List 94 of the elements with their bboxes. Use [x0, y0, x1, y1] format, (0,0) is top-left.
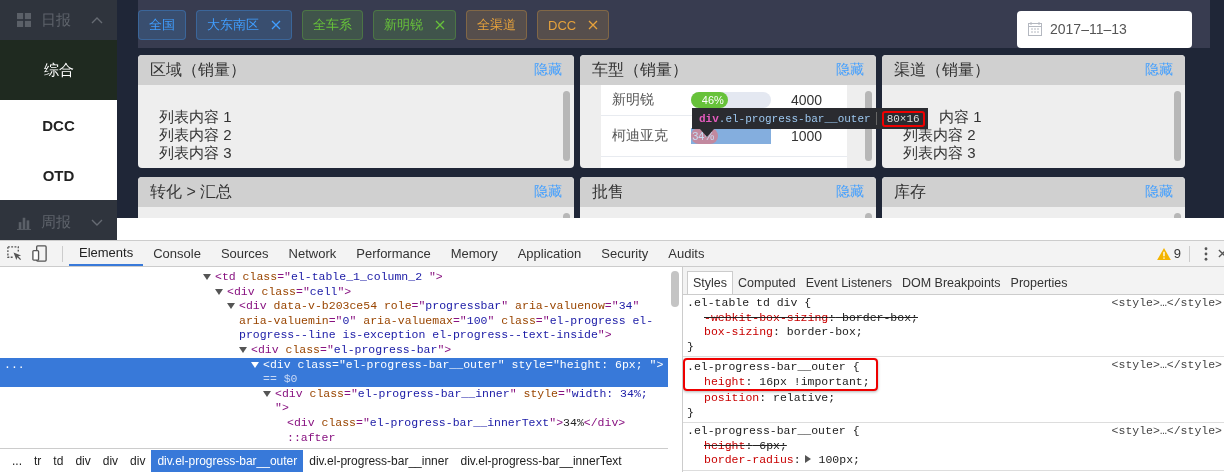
more-options-icon[interactable] [1204, 246, 1208, 261]
close-icon[interactable] [588, 20, 599, 30]
inspect-element-icon[interactable] [6, 245, 23, 262]
sidebar-item[interactable]: 综合 [0, 40, 117, 100]
styles-tab[interactable]: Styles [687, 270, 734, 294]
devtools-tab[interactable]: Sources [210, 241, 279, 266]
expanded-triangle-icon[interactable] [263, 389, 271, 398]
dom-node[interactable]: <div class="cell"> [227, 284, 668, 300]
list-item: 列表内容 2 [159, 126, 233, 144]
css-declaration[interactable]: border-radius: 100px; [687, 453, 860, 468]
table-cell: 1000 [791, 128, 823, 144]
dom-node[interactable]: ::after [287, 430, 668, 446]
close-icon[interactable] [271, 20, 281, 30]
css-selector: .el-progress-bar__outer { [687, 360, 861, 375]
progress-fill: 46% [691, 92, 728, 108]
list-item: 列表内容 2 [903, 126, 977, 144]
expanded-triangle-icon[interactable] [251, 360, 259, 369]
sidebar-item[interactable]: OTD [0, 150, 117, 200]
scrollbar[interactable] [671, 271, 679, 307]
dom-node[interactable]: <div class="el-progress-bar"> [251, 342, 668, 358]
styles-tab[interactable]: Event Listeners [800, 271, 897, 294]
dom-node[interactable]: <div class="el-progress-bar__outer" style="height: 6px; "> == $0 [263, 357, 668, 387]
expand-triangle-icon[interactable] [804, 455, 811, 463]
breadcrumb-item[interactable]: div.el-progress-bar__innerText [454, 449, 628, 472]
date-field[interactable]: 2017–11–13 [1017, 10, 1192, 48]
css-declaration[interactable]: height: 6px; [687, 438, 860, 453]
devtools-tab[interactable]: Memory [440, 241, 508, 266]
devtools-tab[interactable]: Elements [69, 241, 144, 266]
tooltip-size: 80×16 [881, 110, 925, 127]
devtools-tab[interactable]: Application [507, 241, 592, 266]
warning-count[interactable]: 9 [1173, 246, 1181, 261]
sidebar-item[interactable]: DCC [0, 100, 117, 150]
list-item: 列表内容 1 [159, 108, 233, 126]
devtools-tab[interactable]: Console [143, 241, 211, 266]
expanded-triangle-icon[interactable] [203, 273, 211, 281]
panel-title: 转化 > 汇总 [150, 181, 233, 202]
devtools-tab[interactable]: Performance [346, 241, 441, 266]
bar-chart-icon [17, 215, 31, 230]
scrollbar[interactable] [1174, 91, 1181, 161]
breadcrumb-item[interactable]: div.el-progress-bar__inner [303, 449, 455, 472]
rule-source-link[interactable]: <style>…</style> [1111, 424, 1222, 439]
breadcrumb-item[interactable]: div [124, 449, 152, 472]
rule-source-link[interactable]: <style>…</style> [1111, 358, 1222, 373]
breadcrumb-item[interactable]: ... [6, 449, 28, 472]
devtools-tab[interactable]: Audits [658, 241, 715, 266]
panel-title: 车型（销量） [592, 59, 688, 80]
css-declaration[interactable]: -webkit-box-sizing: border-box; [687, 310, 918, 325]
dom-node[interactable]: <div data-v-b203ce54 role="progressbar" aria-valuenow="34" aria-valuemin="0" aria-valuemax="100" class="el-progress el-progress--line is-exception el-progress--text-inside"> [239, 299, 668, 343]
close-icon[interactable] [435, 20, 445, 30]
tooltip-selector: div.el-progress-bar__outer [699, 112, 871, 125]
breadcrumb-item[interactable]: div.el-progress-bar__outer [151, 449, 304, 472]
filter-tag[interactable]: 新明锐 [373, 10, 456, 40]
breadcrumb-item[interactable]: div [69, 449, 97, 472]
device-toolbar-icon[interactable] [31, 245, 48, 262]
css-declaration[interactable]: position: relative; [687, 391, 1220, 406]
list-item: 列表内容 3 [159, 144, 233, 162]
dom-node[interactable]: <div class="el-progress-bar__innerText">34%</div> [287, 415, 668, 431]
calendar-icon [1028, 22, 1042, 36]
rule-source-link[interactable]: <style>…</style> [1111, 296, 1222, 311]
panel-title: 区域（销量） [150, 59, 246, 80]
breadcrumb-item[interactable]: div [96, 449, 125, 472]
panel-title: 批售 [592, 181, 624, 202]
table-cell: 4000 [791, 92, 823, 108]
chevron-up-icon [91, 16, 103, 24]
styles-tab[interactable]: DOM Breakpoints [896, 271, 1006, 294]
breadcrumb-item[interactable]: td [47, 449, 70, 472]
devtools-tab[interactable]: Security [591, 241, 659, 266]
panel-title: 库存 [894, 181, 926, 202]
filter-tag[interactable]: 全渠道 [466, 10, 527, 40]
styles-tab[interactable]: Computed [733, 271, 801, 294]
filter-tag[interactable]: DCC [537, 10, 610, 40]
css-declaration[interactable]: box-sizing: border-box; [687, 325, 918, 340]
panel-title: 渠道（销量） [894, 59, 990, 80]
rule-closing-brace: } [687, 405, 695, 420]
styles-tab[interactable]: Properties [1005, 271, 1073, 294]
expanded-triangle-icon[interactable] [227, 302, 235, 311]
table-cell-text: 柯迪亚克 [612, 127, 669, 145]
filter-tag[interactable]: 全车系 [302, 10, 363, 40]
dom-node[interactable]: <div class="el-progress-bar__inner" style="width: 34%; "> [275, 386, 668, 416]
expanded-triangle-icon[interactable] [239, 345, 247, 354]
breadcrumb-item[interactable]: tr [28, 449, 48, 472]
css-declaration[interactable]: height: 16px !important; [687, 374, 870, 389]
dom-node[interactable]: <td class="el-table_1_column_2 "> [215, 270, 668, 285]
list-item: 列表内容 3 [903, 144, 977, 162]
css-selector: .el-progress-bar__outer { [687, 424, 860, 439]
node-options-marker[interactable]: ... [4, 357, 25, 373]
devtools-tab[interactable]: Network [278, 241, 347, 266]
css-selector: .el-table td div { [687, 296, 813, 311]
table-cell-text: 新明锐 [612, 91, 655, 109]
expanded-triangle-icon[interactable] [215, 287, 223, 296]
rule-closing-brace: } [687, 339, 695, 354]
scrollbar[interactable] [563, 91, 570, 161]
grid-icon [17, 13, 31, 27]
chevron-down-icon [91, 218, 103, 227]
